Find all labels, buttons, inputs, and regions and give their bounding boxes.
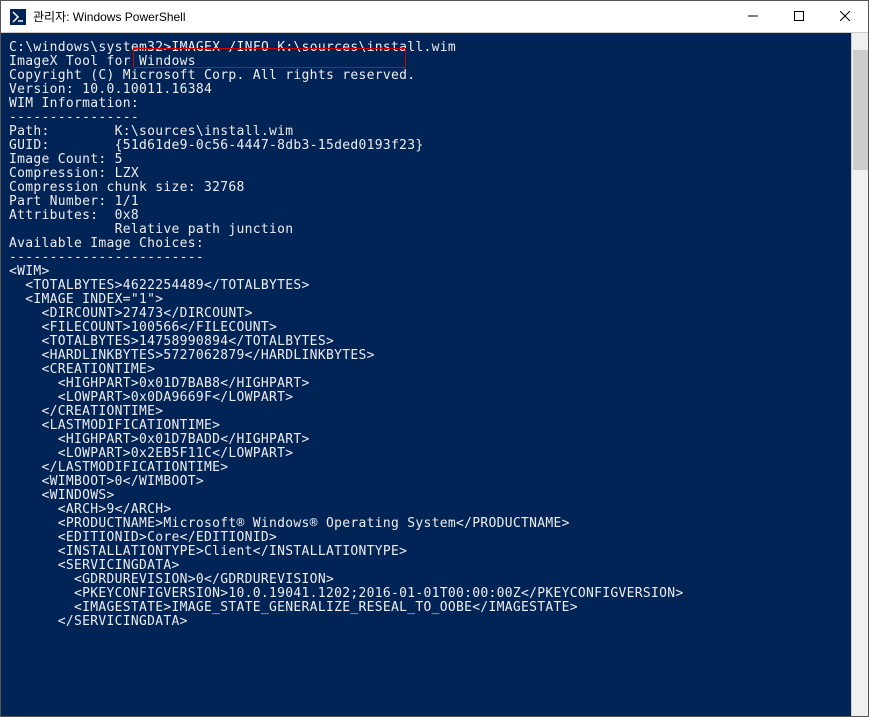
scrollbar[interactable]: [851, 33, 868, 716]
output-line: Part Number: 1/1: [9, 195, 860, 209]
output-line: <INSTALLATIONTYPE>Client</INSTALLATIONTY…: [9, 545, 860, 559]
output-line: <TOTALBYTES>14758990894</TOTALBYTES>: [9, 335, 860, 349]
terminal-area[interactable]: C:\windows\system32>IMAGEX /INFO K:\sour…: [1, 33, 868, 716]
minimize-button[interactable]: [730, 1, 776, 31]
output-line: <SERVICINGDATA>: [9, 559, 860, 573]
output-line: <PRODUCTNAME>Microsoft® Windows® Operati…: [9, 517, 860, 531]
output-line: Available Image Choices:: [9, 237, 860, 251]
command-text: IMAGEX /INFO K:\sources\install.wim: [172, 41, 456, 55]
maximize-button[interactable]: [776, 1, 822, 31]
output-line: Relative path junction: [9, 223, 860, 237]
output-line: <CREATIONTIME>: [9, 363, 860, 377]
titlebar[interactable]: 관리자: Windows PowerShell: [1, 1, 868, 33]
output-line: <TOTALBYTES>4622254489</TOTALBYTES>: [9, 279, 860, 293]
output-line: Version: 10.0.10011.16384: [9, 83, 860, 97]
output-line: <LOWPART>0x2EB5F11C</LOWPART>: [9, 447, 860, 461]
output-line: </CREATIONTIME>: [9, 405, 860, 419]
powershell-icon: [9, 8, 27, 26]
prompt-line: C:\windows\system32>IMAGEX /INFO K:\sour…: [9, 41, 860, 55]
output-line: <EDITIONID>Core</EDITIONID>: [9, 531, 860, 545]
output-line: Copyright (C) Microsoft Corp. All rights…: [9, 69, 860, 83]
output-line: <DIRCOUNT>27473</DIRCOUNT>: [9, 307, 860, 321]
powershell-window: 관리자: Windows PowerShell C:\windows\syste…: [0, 0, 869, 717]
output-line: <WIMBOOT>0</WIMBOOT>: [9, 475, 860, 489]
output-line: WIM Information:: [9, 97, 860, 111]
output-line: </SERVICINGDATA>: [9, 615, 860, 629]
output-line: Attributes: 0x8: [9, 209, 860, 223]
output-line: <IMAGESTATE>IMAGE_STATE_GENERALIZE_RESEA…: [9, 601, 860, 615]
output-line: <PKEYCONFIGVERSION>10.0.19041.1202;2016-…: [9, 587, 860, 601]
output-line: GUID: {51d61de9-0c56-4447-8db3-15ded0193…: [9, 139, 860, 153]
output-line: <WINDOWS>: [9, 489, 860, 503]
output-line: ImageX Tool for Windows: [9, 55, 860, 69]
close-button[interactable]: [822, 1, 868, 31]
output-line: <LOWPART>0x0DA9669F</LOWPART>: [9, 391, 860, 405]
output-line: <HARDLINKBYTES>5727062879</HARDLINKBYTES…: [9, 349, 860, 363]
output-line: <HIGHPART>0x01D7BAB8</HIGHPART>: [9, 377, 860, 391]
output-line: ----------------: [9, 111, 860, 125]
output-line: <ARCH>9</ARCH>: [9, 503, 860, 517]
output-line: <WIM>: [9, 265, 860, 279]
window-title: 관리자: Windows PowerShell: [33, 8, 730, 25]
output-line: <FILECOUNT>100566</FILECOUNT>: [9, 321, 860, 335]
scroll-thumb[interactable]: [853, 50, 868, 170]
terminal-output: C:\windows\system32>IMAGEX /INFO K:\sour…: [1, 33, 868, 637]
output-line: Path: K:\sources\install.wim: [9, 125, 860, 139]
output-line: <IMAGE INDEX="1">: [9, 293, 860, 307]
output-line: Compression: LZX: [9, 167, 860, 181]
output-line: </LASTMODIFICATIONTIME>: [9, 461, 860, 475]
window-controls: [730, 1, 868, 32]
output-line: ------------------------: [9, 251, 860, 265]
prompt: C:\windows\system32>: [9, 41, 172, 55]
output-line: Image Count: 5: [9, 153, 860, 167]
output-line: Compression chunk size: 32768: [9, 181, 860, 195]
output-line: <LASTMODIFICATIONTIME>: [9, 419, 860, 433]
output-line: <GDRDUREVISION>0</GDRDUREVISION>: [9, 573, 860, 587]
output-line: <HIGHPART>0x01D7BADD</HIGHPART>: [9, 433, 860, 447]
